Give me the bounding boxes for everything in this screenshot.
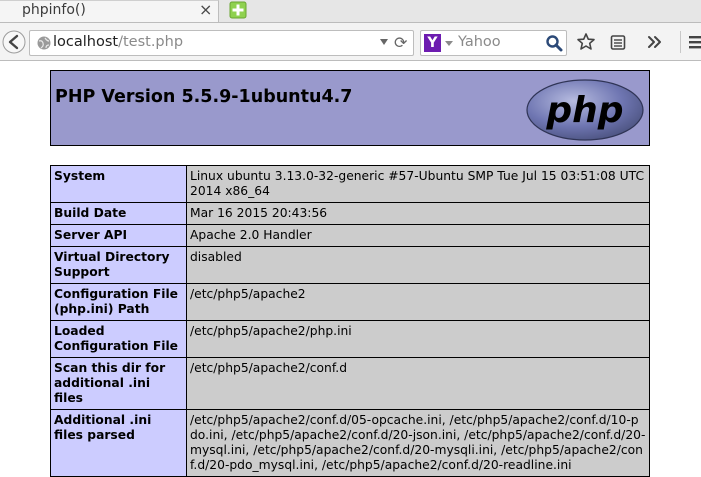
table-row: System Linux ubuntu 3.13.0-32-generic #5… xyxy=(50,165,650,203)
php-logo-text: php xyxy=(545,90,623,131)
search-icon[interactable] xyxy=(545,34,563,52)
toolbar-separator xyxy=(680,31,681,53)
search-bar[interactable]: Y Yahoo xyxy=(420,30,567,56)
row-value: Mar 16 2015 20:43:56 xyxy=(186,202,650,225)
php-version-header: PHP Version 5.5.9-1ubuntu4.7 php xyxy=(50,70,650,146)
overflow-chevron-icon[interactable] xyxy=(645,32,665,52)
row-label: Configuration File (php.ini) Path xyxy=(50,283,187,321)
url-host: localhost xyxy=(53,34,119,50)
row-label: Server API xyxy=(50,224,187,247)
table-row: Configuration File (php.ini) Path /etc/p… xyxy=(50,283,650,321)
row-value: disabled xyxy=(186,246,650,284)
url-path: /test.php xyxy=(118,34,184,50)
yahoo-icon[interactable]: Y xyxy=(424,34,441,52)
table-row: Additional .ini files parsed /etc/php5/a… xyxy=(50,409,650,477)
tab-title: phpinfo() xyxy=(22,2,86,18)
row-value: /etc/php5/apache2/conf.d xyxy=(186,357,650,410)
tab-phpinfo[interactable]: phpinfo() × xyxy=(0,0,219,23)
table-row: Scan this dir for additional .ini files … xyxy=(50,357,650,410)
table-row: Loaded Configuration File /etc/php5/apac… xyxy=(50,320,650,358)
row-label: System xyxy=(50,165,187,203)
php-info-table: System Linux ubuntu 3.13.0-32-generic #5… xyxy=(50,165,650,477)
row-label: Loaded Configuration File xyxy=(50,320,187,358)
row-label: Scan this dir for additional .ini files xyxy=(50,357,187,410)
reading-list-icon[interactable] xyxy=(608,32,628,52)
tab-strip: phpinfo() × xyxy=(0,0,701,23)
row-value: Apache 2.0 Handler xyxy=(186,224,650,247)
new-tab-icon[interactable] xyxy=(229,1,247,19)
search-input[interactable]: Yahoo xyxy=(458,34,501,50)
row-label: Additional .ini files parsed xyxy=(50,409,187,477)
page-title: PHP Version 5.5.9-1ubuntu4.7 xyxy=(55,87,353,107)
bookmark-star-icon[interactable] xyxy=(576,32,596,52)
search-engine-dropdown-icon[interactable] xyxy=(445,41,453,46)
row-value: /etc/php5/apache2/conf.d/05-opcache.ini,… xyxy=(186,409,650,477)
dropdown-icon[interactable] xyxy=(380,39,388,45)
row-value: /etc/php5/apache2/php.ini xyxy=(186,320,650,358)
url-bar[interactable]: localhost/test.php ⟳ xyxy=(29,30,414,56)
table-row: Virtual Directory Support disabled xyxy=(50,246,650,284)
row-value: /etc/php5/apache2 xyxy=(186,283,650,321)
row-label: Virtual Directory Support xyxy=(50,246,187,284)
url-text[interactable]: localhost/test.php xyxy=(53,34,183,50)
row-value: Linux ubuntu 3.13.0-32-generic #57-Ubunt… xyxy=(186,165,650,203)
back-arrow-icon[interactable] xyxy=(2,30,26,54)
reload-icon[interactable]: ⟳ xyxy=(394,33,407,52)
table-row: Build Date Mar 16 2015 20:43:56 xyxy=(50,202,650,225)
row-label: Build Date xyxy=(50,202,187,225)
menu-icon[interactable] xyxy=(687,32,701,52)
php-logo[interactable]: php xyxy=(525,78,645,142)
table-row: Server API Apache 2.0 Handler xyxy=(50,224,650,247)
nav-toolbar: localhost/test.php ⟳ Y Yahoo xyxy=(0,23,701,61)
globe-icon[interactable] xyxy=(36,35,52,51)
tab-close-button[interactable]: × xyxy=(199,0,212,19)
